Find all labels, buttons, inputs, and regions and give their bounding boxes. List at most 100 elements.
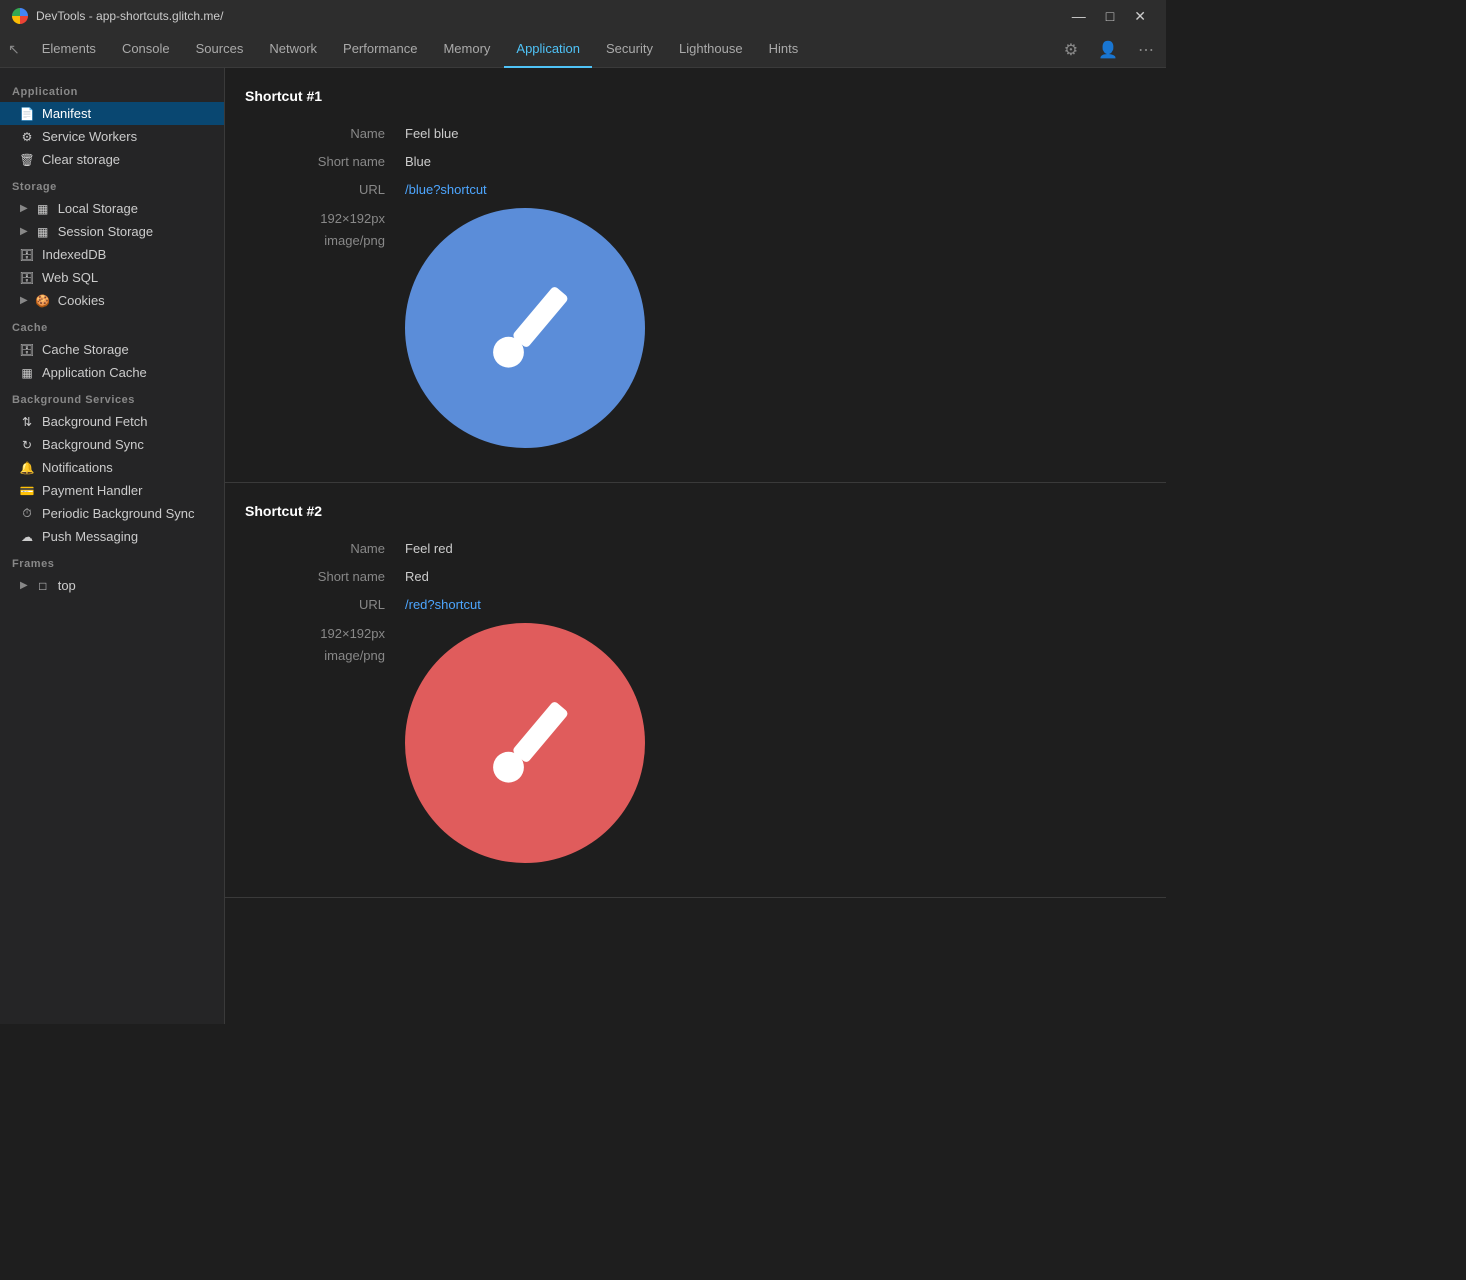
shortcut-2-image-row: 192×192px image/png [225,619,1166,867]
tab-network[interactable]: Network [257,32,329,68]
sidebar-label-notifications: Notifications [42,460,212,475]
sidebar-label-service-workers: Service Workers [42,129,212,144]
main-layout: Application 📄 Manifest ⚙ Service Workers… [0,68,1166,1024]
shortcut-1-title: Shortcut #1 [225,88,1166,120]
tab-memory[interactable]: Memory [431,32,502,68]
sidebar-label-cache-storage: Cache Storage [42,342,212,357]
arrow-icon: ▶ [20,203,28,214]
tab-lighthouse[interactable]: Lighthouse [667,32,755,68]
shortcut-1-type-label: image/png [245,230,385,252]
cursor-icon: ↖ [8,41,20,58]
tab-sources[interactable]: Sources [184,32,256,68]
sidebar-label-session-storage: Session Storage [58,224,212,239]
tabbar-icons: ⚙ 👤 ⋯ [1060,36,1158,64]
sidebar-section-frames: Frames [0,548,224,574]
sidebar-section-bg-services: Background Services [0,384,224,410]
sidebar-item-application-cache[interactable]: ▦ Application Cache [0,361,224,384]
shortcut-1-image [405,208,645,448]
shortcut-2-name-row: Name Feel red [225,535,1166,563]
close-button[interactable]: ✕ [1126,6,1154,27]
sidebar-label-local-storage: Local Storage [58,201,212,216]
maximize-button[interactable]: □ [1098,6,1122,27]
shortcut-1-name-label: Name [245,124,405,144]
shortcut-2-shortname-row: Short name Red [225,563,1166,591]
arrow-icon: ▶ [20,226,28,237]
sidebar: Application 📄 Manifest ⚙ Service Workers… [0,68,225,1024]
sidebar-section-cache: Cache [0,312,224,338]
sidebar-label-application-cache: Application Cache [42,365,212,380]
shortcut-1-size-label: 192×192px [245,208,385,230]
sidebar-item-web-sql[interactable]: 🗄 Web SQL [0,266,224,289]
web-sql-icon: 🗄 [20,271,34,285]
sidebar-item-cache-storage[interactable]: 🗄 Cache Storage [0,338,224,361]
sidebar-item-bg-sync[interactable]: ↻ Background Sync [0,433,224,456]
sidebar-item-push-messaging[interactable]: ☁ Push Messaging [0,525,224,548]
shortcut-2-url-row: URL /red?shortcut [225,591,1166,619]
tab-application[interactable]: Application [504,32,592,68]
sidebar-item-service-workers[interactable]: ⚙ Service Workers [0,125,224,148]
sidebar-label-manifest: Manifest [42,106,212,121]
tab-hints[interactable]: Hints [757,32,811,68]
shortcut-1-shortname-value: Blue [405,152,431,172]
sidebar-item-manifest[interactable]: 📄 Manifest [0,102,224,125]
sidebar-item-bg-fetch[interactable]: ⇅ Background Fetch [0,410,224,433]
bg-fetch-icon: ⇅ [20,415,34,429]
sidebar-item-top[interactable]: ▶ □ top [0,574,224,597]
shortcut-2-shortname-label: Short name [245,567,405,587]
settings-icon[interactable]: ⚙ [1060,36,1082,64]
shortcut-1-section: Shortcut #1 Name Feel blue Short name Bl… [225,68,1166,483]
periodic-sync-icon: ⏱ [20,507,34,521]
shortcut-2-image-labels: 192×192px image/png [245,623,405,667]
sidebar-item-indexeddb[interactable]: 🗄 IndexedDB [0,243,224,266]
sidebar-item-local-storage[interactable]: ▶ ▦ Local Storage [0,197,224,220]
tab-console[interactable]: Console [110,32,182,68]
shortcut-2-name-label: Name [245,539,405,559]
profile-icon[interactable]: 👤 [1094,36,1122,64]
cookies-icon: 🍪 [36,294,50,308]
sidebar-label-web-sql: Web SQL [42,270,212,285]
more-icon[interactable]: ⋯ [1134,36,1158,64]
chrome-icon [12,8,28,24]
minimize-button[interactable]: — [1064,6,1094,27]
service-workers-icon: ⚙ [20,130,34,144]
sidebar-label-indexeddb: IndexedDB [42,247,212,262]
sidebar-item-payment-handler[interactable]: 💳 Payment Handler [0,479,224,502]
shortcut-2-section: Shortcut #2 Name Feel red Short name Red… [225,483,1166,898]
frame-icon: □ [36,579,50,593]
sidebar-item-notifications[interactable]: 🔔 Notifications [0,456,224,479]
sidebar-item-periodic-bg-sync[interactable]: ⏱ Periodic Background Sync [0,502,224,525]
shortcut-1-name-value: Feel blue [405,124,458,144]
shortcut-2-name-value: Feel red [405,539,453,559]
shortcut-1-url-label: URL [245,180,405,200]
notifications-icon: 🔔 [20,461,34,475]
arrow-icon: ▶ [20,295,28,306]
manifest-icon: 📄 [20,107,34,121]
cache-storage-icon: 🗄 [20,343,34,357]
sidebar-label-payment-handler: Payment Handler [42,483,212,498]
sidebar-label-push-messaging: Push Messaging [42,529,212,544]
paintbrush-icon [470,273,580,383]
sidebar-label-clear-storage: Clear storage [42,152,212,167]
titlebar-title: DevTools - app-shortcuts.glitch.me/ [36,9,1056,23]
tab-performance[interactable]: Performance [331,32,429,68]
sidebar-item-clear-storage[interactable]: 🗑 Clear storage [0,148,224,171]
tab-security[interactable]: Security [594,32,665,68]
shortcut-1-image-labels: 192×192px image/png [245,208,405,252]
shortcut-2-url-label: URL [245,595,405,615]
clear-storage-icon: 🗑 [20,153,34,167]
session-storage-icon: ▦ [36,225,50,239]
shortcut-2-image [405,623,645,863]
shortcut-1-url-value[interactable]: /blue?shortcut [405,180,487,200]
sidebar-item-session-storage[interactable]: ▶ ▦ Session Storage [0,220,224,243]
titlebar: DevTools - app-shortcuts.glitch.me/ — □ … [0,0,1166,32]
tabbar: ↖ Elements Console Sources Network Perfo… [0,32,1166,68]
application-cache-icon: ▦ [20,366,34,380]
shortcut-1-image-row: 192×192px image/png [225,204,1166,452]
shortcut-2-url-value[interactable]: /red?shortcut [405,595,481,615]
tab-elements[interactable]: Elements [30,32,108,68]
sidebar-section-application: Application [0,76,224,102]
paintbrush-icon [470,688,580,798]
sidebar-item-cookies[interactable]: ▶ 🍪 Cookies [0,289,224,312]
content-panel: Shortcut #1 Name Feel blue Short name Bl… [225,68,1166,1024]
push-icon: ☁ [20,530,34,544]
